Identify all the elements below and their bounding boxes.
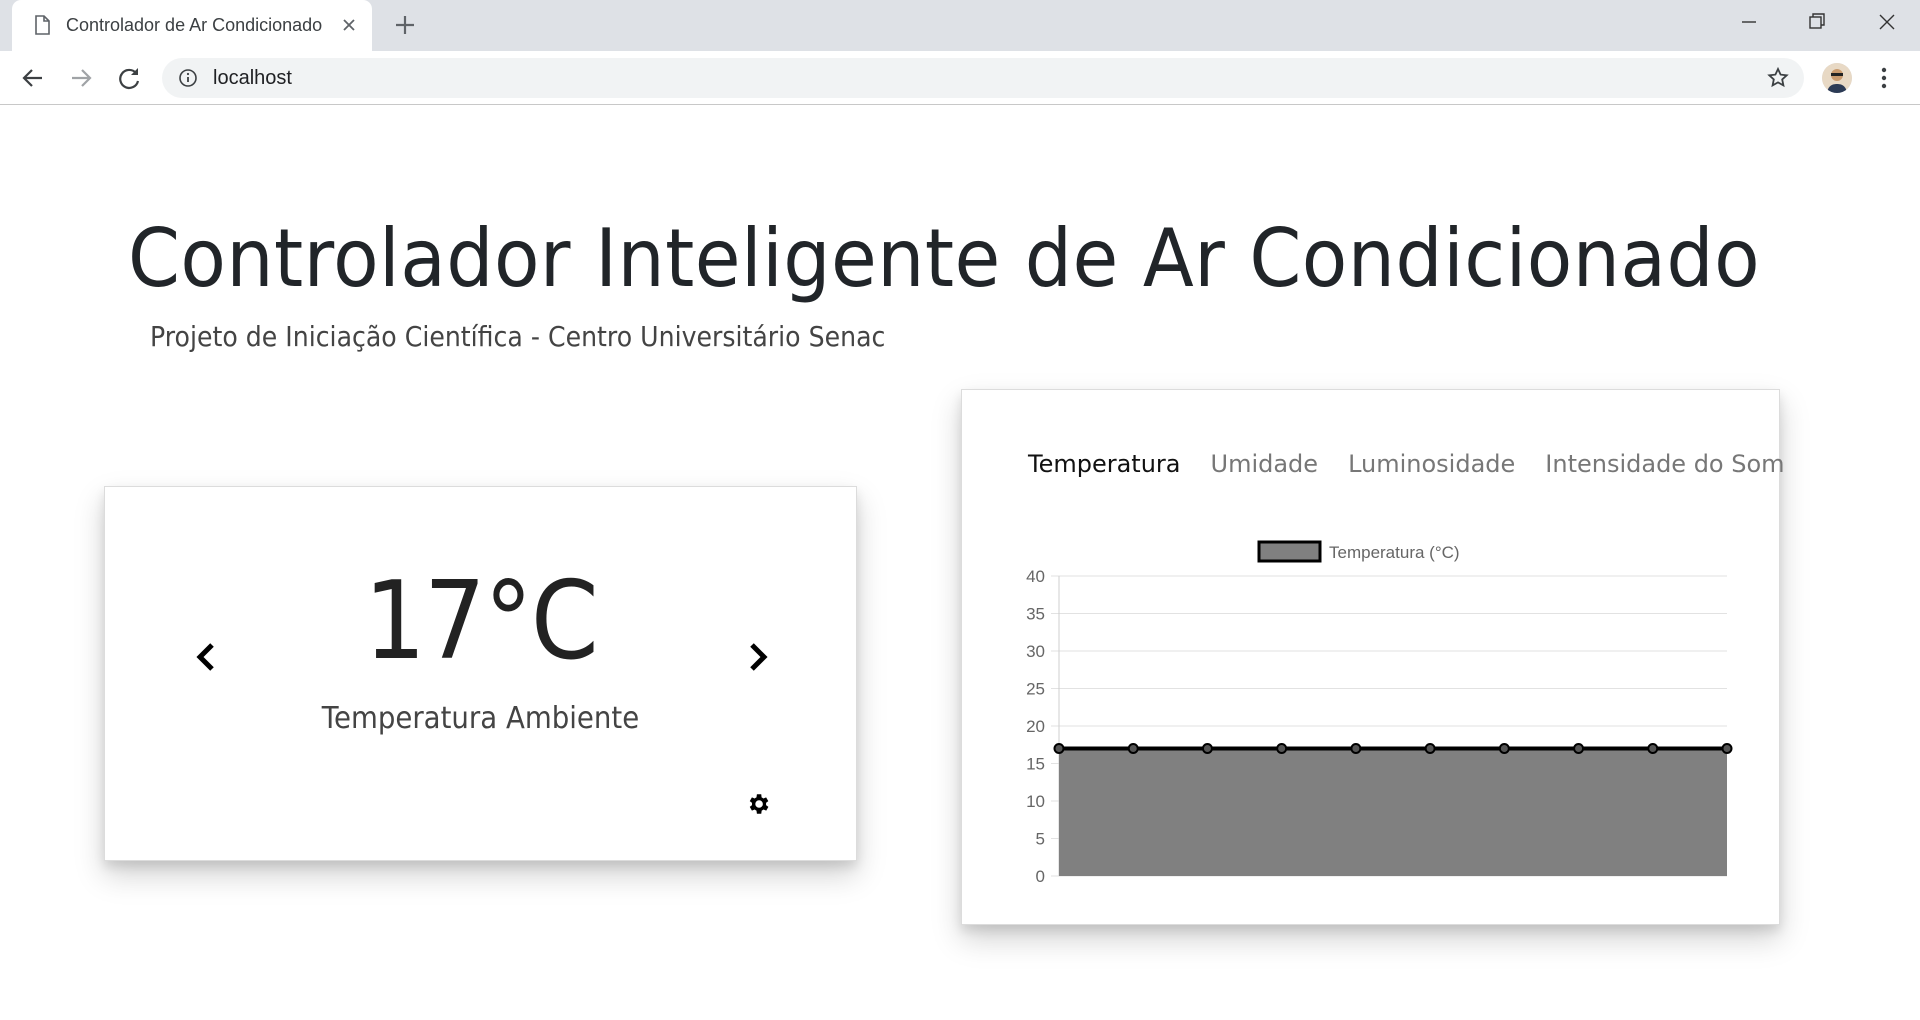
tab-strip: Controlador de Ar Condicionado: [0, 0, 1920, 51]
temperature-value: 17°C: [364, 559, 599, 684]
temperature-chart: 0 5 10 15 20 25 30 35 40 Temperatura (°C): [1026, 540, 1733, 886]
close-window-icon[interactable]: [1862, 4, 1910, 40]
chart-card: Temperatura Umidade Luminosidade Intensi…: [961, 389, 1785, 925]
data-point: [1721, 743, 1733, 754]
close-tab-icon[interactable]: [336, 12, 362, 38]
address-bar[interactable]: localhost: [162, 58, 1804, 98]
y-tick-label: 30: [1026, 642, 1045, 661]
url-text[interactable]: localhost: [213, 67, 292, 90]
forward-icon[interactable]: [64, 61, 98, 95]
data-point: [1350, 743, 1362, 754]
y-tick-label: 25: [1026, 680, 1045, 699]
y-tick-label: 15: [1026, 755, 1045, 774]
data-point: [1498, 743, 1510, 754]
minimize-icon[interactable]: [1724, 4, 1772, 40]
restore-icon[interactable]: [1792, 4, 1840, 40]
browser-tab[interactable]: Controlador de Ar Condicionado: [12, 0, 372, 51]
tab-title: Controlador de Ar Condicionado: [66, 15, 323, 35]
temperature-label: Temperatura Ambiente: [321, 701, 640, 736]
y-tick-label: 10: [1026, 792, 1045, 811]
next-arrow-icon[interactable]: [743, 639, 773, 675]
data-point: [1276, 743, 1288, 754]
y-tick-label: 20: [1026, 717, 1045, 736]
bookmark-star-icon[interactable]: [1766, 66, 1790, 90]
legend-label: Temperatura (°C): [1329, 543, 1460, 562]
legend-swatch: [1257, 540, 1322, 563]
temperature-card: 17°C Temperatura Ambiente: [104, 486, 857, 861]
data-point: [1127, 743, 1139, 754]
y-tick-label: 5: [1036, 830, 1045, 849]
reload-icon[interactable]: [112, 61, 146, 95]
data-point: [1573, 743, 1585, 754]
info-icon[interactable]: [178, 68, 198, 88]
new-tab-icon[interactable]: [390, 10, 420, 40]
data-point: [1424, 743, 1436, 754]
y-tick-label: 0: [1036, 867, 1045, 886]
document-icon: [35, 15, 50, 35]
browser-toolbar: localhost: [0, 51, 1920, 105]
back-icon[interactable]: [16, 61, 50, 95]
data-point: [1201, 743, 1213, 754]
series-area: [1059, 748, 1727, 876]
page-title: Controlador Inteligente de Ar Condiciona…: [128, 212, 1761, 305]
settings-gear-icon[interactable]: [745, 791, 771, 817]
data-point: [1647, 743, 1659, 754]
profile-avatar[interactable]: [1822, 63, 1852, 93]
browser-menu-icon[interactable]: [1874, 63, 1894, 93]
page-subtitle: Projeto de Iniciação Científica - Centro…: [150, 320, 886, 353]
y-tick-label: 40: [1026, 567, 1045, 586]
data-point: [1053, 743, 1065, 754]
y-tick-label: 35: [1026, 605, 1045, 624]
profile-icon: [1822, 63, 1852, 93]
